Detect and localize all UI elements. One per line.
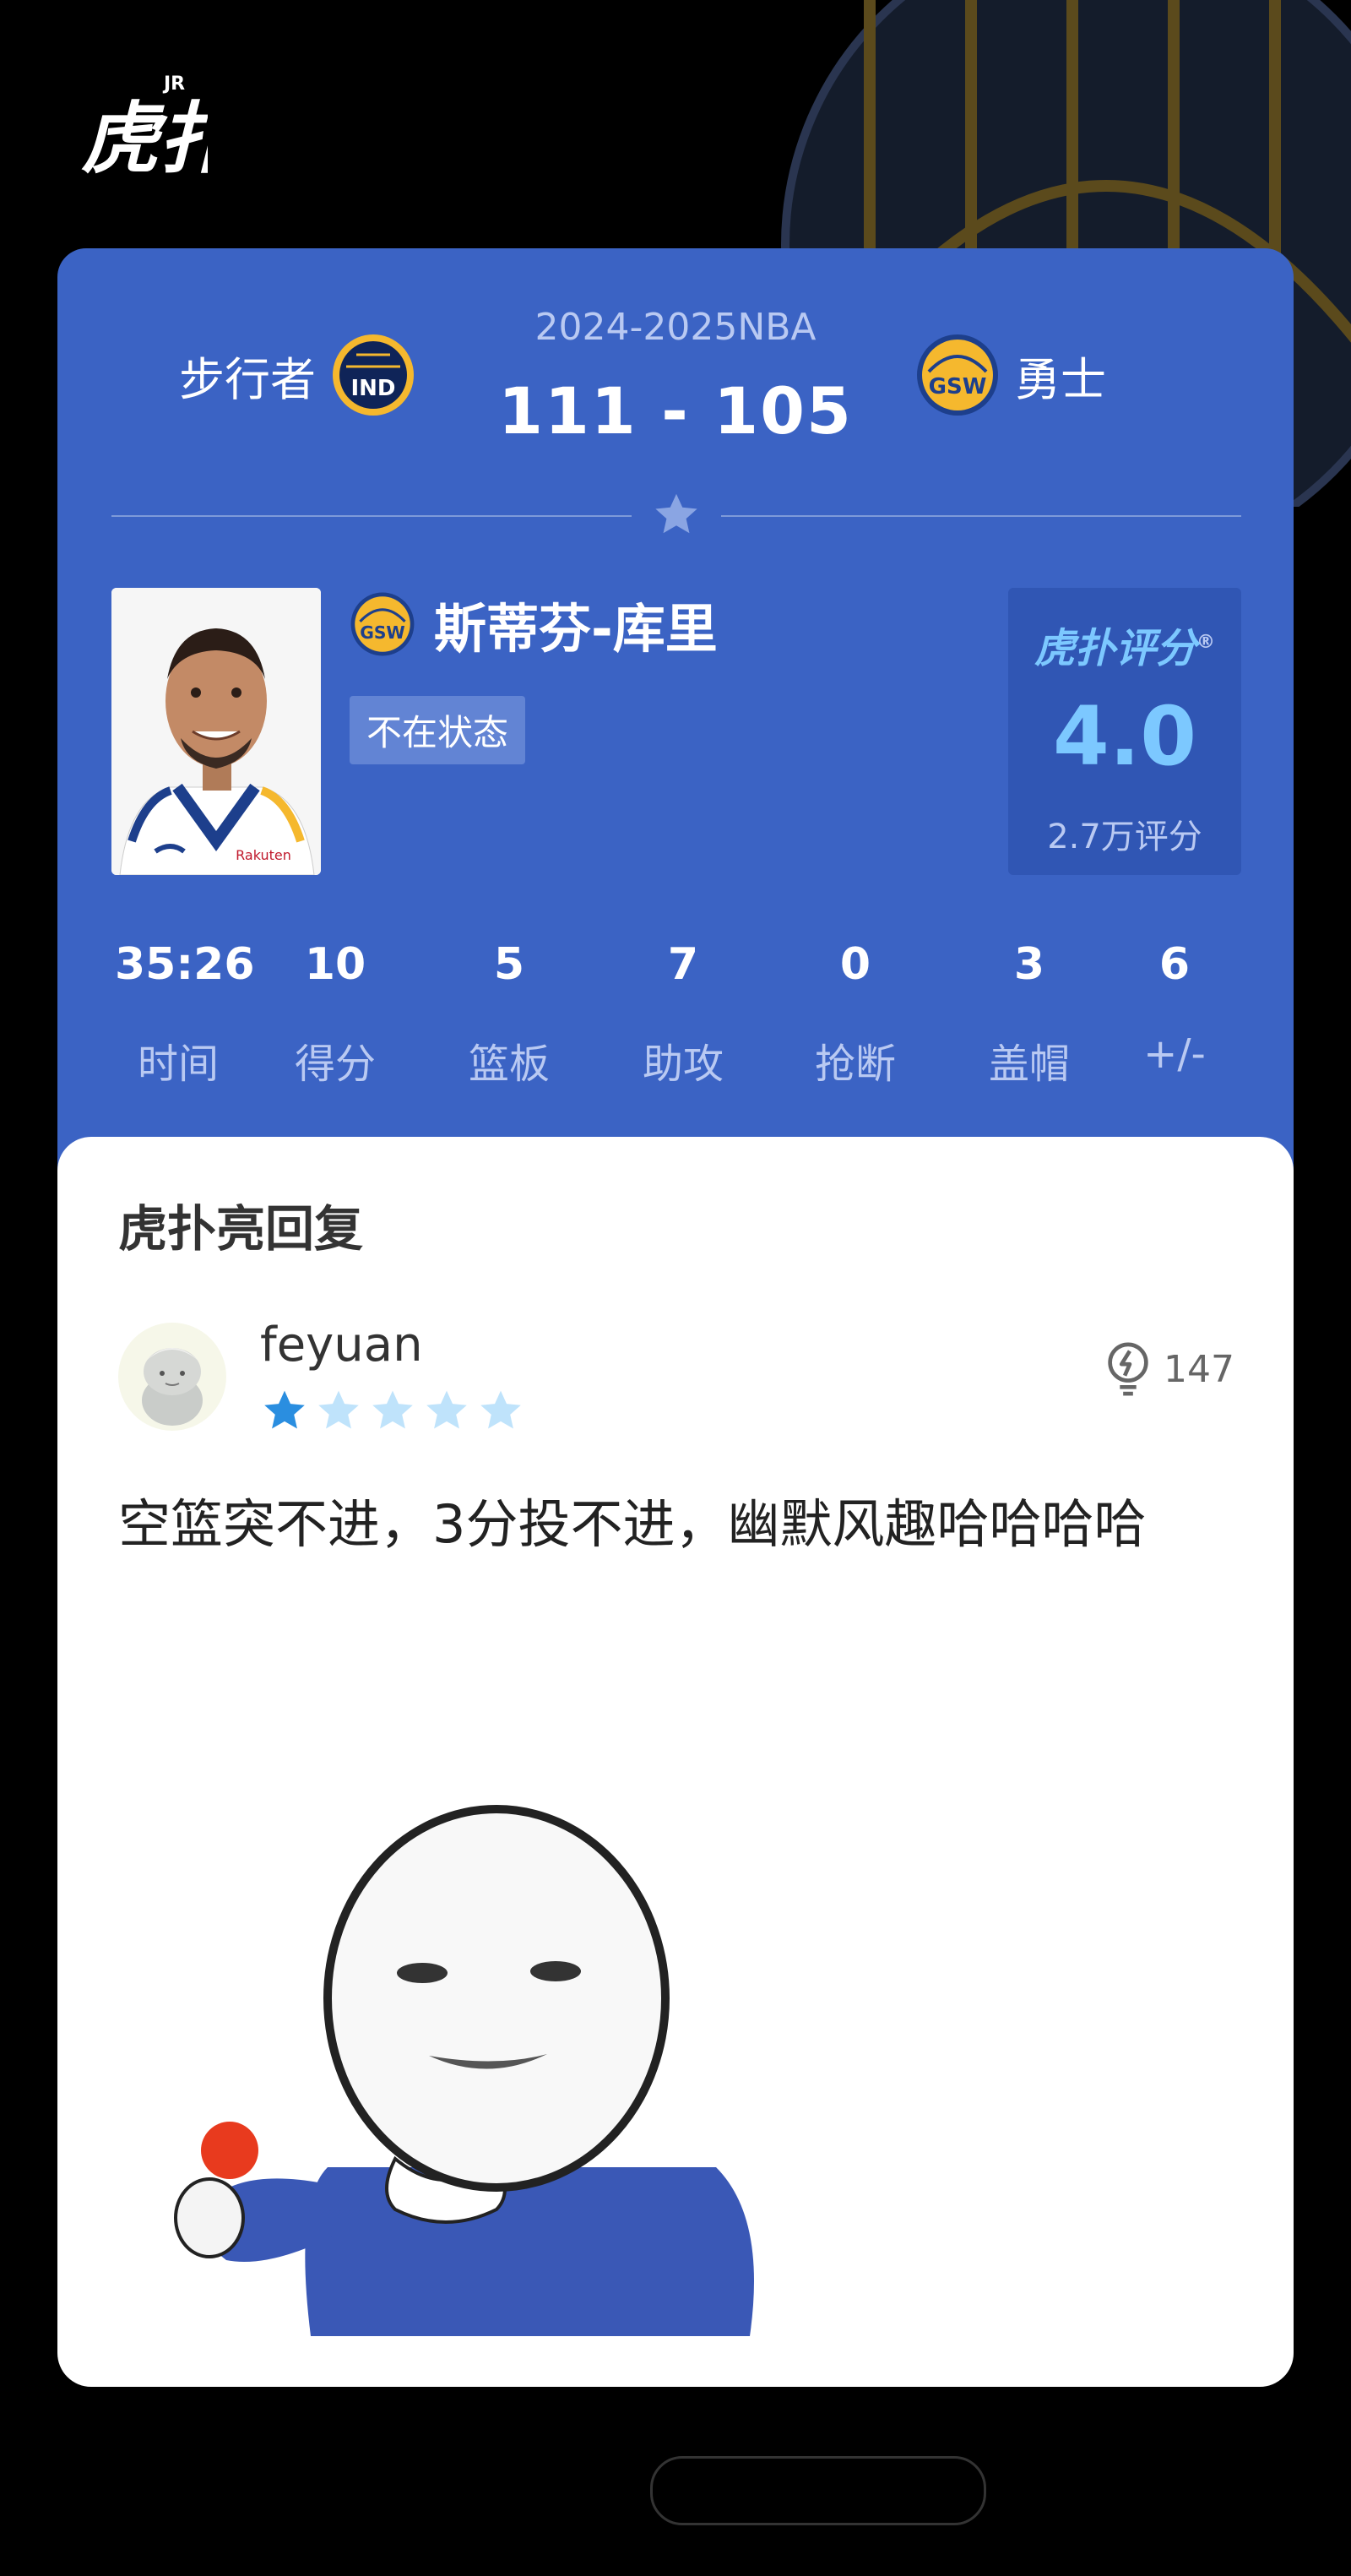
svg-text:GSW: GSW	[360, 622, 405, 643]
rating-count: 2.7万评分	[1047, 818, 1202, 856]
like-button[interactable]: 147	[1103, 1341, 1234, 1397]
player-header: GSW 斯蒂芬-库里	[350, 586, 718, 662]
star-icon	[655, 493, 697, 534]
svg-text:Rakuten: Rakuten	[236, 847, 291, 863]
season-label: 2024-2025NBA	[534, 306, 817, 349]
stat-plusminus-value: 6	[1158, 939, 1191, 990]
star-rating	[260, 1387, 525, 1434]
stat-points-value: 10	[304, 939, 366, 990]
stat-points-label: 得分	[294, 1041, 376, 1088]
match-score: 111 - 105	[498, 373, 853, 448]
stat-blocks-value: 3	[1013, 939, 1045, 990]
section-title: 虎扑亮回复	[118, 1200, 364, 1258]
star-empty-icon	[318, 1390, 359, 1429]
player-photo: Rakuten	[111, 588, 321, 875]
svg-text:JR: JR	[162, 73, 185, 95]
star-filled-icon	[264, 1390, 305, 1429]
match-player-card: 步行者 IND 2024-2025NBA 111 - 105 GSW 勇士 Ra…	[57, 248, 1294, 1236]
username[interactable]: feyuan	[260, 1318, 423, 1372]
away-team[interactable]: GSW 勇士	[915, 333, 1106, 417]
hupu-logo: 虎扑 JR	[81, 71, 241, 184]
player-name[interactable]: 斯蒂芬-库里	[434, 586, 718, 662]
meme-image[interactable]	[142, 1762, 800, 2336]
stat-plusminus-label: +/-	[1143, 1030, 1206, 1078]
divider-right	[721, 515, 1241, 517]
reply-text: 空篮突不进，3分投不进，幽默风趣哈哈哈哈	[118, 1493, 1147, 1555]
player-status-tag: 不在状态	[350, 696, 526, 764]
stat-rebounds-label: 篮板	[468, 1041, 550, 1088]
stat-minutes-label: 时间	[137, 1041, 219, 1088]
like-count: 147	[1164, 1347, 1234, 1391]
stat-steals-value: 0	[839, 939, 871, 990]
rating-logo: 虎扑评分®	[1034, 625, 1215, 672]
reply-card: 虎扑亮回复 feyuan 147 空篮突不进，3分投不进，幽默风趣哈哈哈哈	[57, 1137, 1294, 2387]
avatar[interactable]	[118, 1323, 226, 1431]
stat-rebounds-value: 5	[493, 939, 525, 990]
warriors-logo-icon: GSW	[917, 334, 998, 416]
stat-minutes-value: 35:26	[115, 939, 255, 990]
stat-assists-value: 7	[667, 939, 699, 990]
rating-panel[interactable]: 虎扑评分® 4.0 2.7万评分	[1008, 588, 1241, 875]
lightbulb-icon	[1108, 1342, 1148, 1396]
stat-blocks-label: 盖帽	[988, 1041, 1070, 1088]
svg-text:虎扑: 虎扑	[81, 94, 208, 181]
star-empty-icon	[372, 1390, 413, 1429]
star-empty-icon	[480, 1390, 521, 1429]
stat-steals-label: 抢断	[814, 1041, 896, 1088]
away-team-name: 勇士	[1015, 352, 1106, 406]
svg-text:GSW: GSW	[929, 374, 987, 399]
warriors-logo-icon: GSW	[350, 592, 415, 656]
star-empty-icon	[426, 1390, 467, 1429]
divider-left	[111, 515, 632, 517]
home-indicator[interactable]	[650, 2456, 986, 2525]
rating-score: 4.0	[1052, 689, 1197, 784]
stat-assists-label: 助攻	[642, 1041, 724, 1088]
